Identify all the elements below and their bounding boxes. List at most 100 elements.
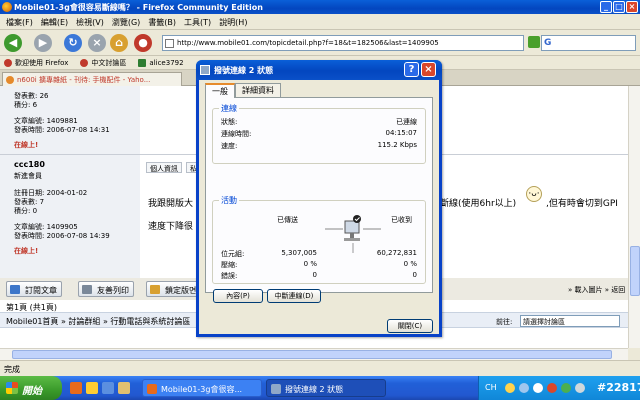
quicklaunch-firefox-icon[interactable]	[70, 382, 82, 394]
post2-time: 發表時間: 2006-07-08 14:39	[14, 232, 110, 240]
firefox-icon	[2, 2, 12, 12]
menu-go[interactable]: 瀏覽(G)	[110, 14, 146, 29]
speed-value: 115.2 Kbps	[377, 141, 417, 149]
dialog-close-text-button[interactable]: 關閉(C)	[387, 319, 433, 333]
activity-group-label: 活動	[219, 195, 239, 206]
firefox-icon	[147, 384, 157, 394]
forum-select[interactable]: 請選擇討論區	[520, 315, 620, 327]
post2-username[interactable]: ccc180	[14, 160, 45, 169]
tray-speaker-icon[interactable]	[533, 383, 543, 393]
back-icon[interactable]: ◀	[4, 34, 22, 52]
horizontal-scrollbar[interactable]	[0, 348, 628, 360]
url-text: http://www.mobile01.com/topicdetail.php?…	[177, 39, 439, 47]
subscribe-button[interactable]: 訂閱文章	[6, 281, 62, 297]
reload-icon[interactable]: ↻	[64, 34, 82, 52]
sent-label: 已傳送	[277, 216, 298, 224]
bookmark-alice[interactable]: alice3792	[138, 58, 184, 67]
forward-icon[interactable]: ▶	[34, 34, 52, 52]
subscribe-icon	[10, 285, 20, 294]
lock-button[interactable]: 鎖定版면	[146, 281, 202, 297]
adblock-icon[interactable]: ●	[134, 34, 152, 52]
close-window-button[interactable]: ×	[626, 1, 638, 13]
post2-body-line1-right: 斷線(使用6hr以上)	[440, 199, 517, 209]
menu-file[interactable]: 檔案(F)	[4, 14, 39, 29]
bytes-received: 60,272,831	[376, 249, 417, 257]
bytes-sent: 5,307,005	[281, 249, 317, 257]
vertical-scrollbar[interactable]	[628, 86, 640, 348]
scroll-thumb[interactable]	[12, 350, 612, 359]
errors-label: 錯誤:	[221, 272, 238, 280]
tray-security-icon[interactable]	[547, 383, 557, 393]
duration-value: 04:15:07	[385, 129, 417, 137]
network-activity-icon	[325, 215, 381, 253]
task-firefox[interactable]: Mobile01-3g會很容...	[142, 379, 262, 397]
activity-group: 活動 已傳送 已收到 位元組: 5,307,005 60,272,831 壓縮:…	[212, 195, 426, 284]
post2-online: 在線上!	[14, 247, 39, 255]
bytes-label: 位元組:	[221, 250, 245, 258]
duration-label: 連線時間:	[221, 130, 252, 138]
menu-help[interactable]: 說明(H)	[217, 14, 253, 29]
quicklaunch-explorer-icon[interactable]	[118, 382, 130, 394]
post2-body-line1-tail: ,但有時會切到GPI	[546, 199, 618, 209]
general-panel: 連線 狀態: 已連線 連線時間: 04:15:07 速度: 115.2 Kbps…	[205, 97, 433, 293]
google-icon: G	[544, 38, 552, 48]
breadcrumb[interactable]: Mobile01首頁 » 討論群組 » 行動電話與系統討論區	[6, 316, 190, 327]
clock: #22817	[597, 381, 640, 394]
go-button[interactable]	[528, 36, 540, 48]
search-input[interactable]: G	[541, 35, 636, 51]
minimize-button[interactable]: _	[600, 1, 612, 13]
post2-body-line1: 我跟開版大	[148, 199, 194, 209]
windows-flag-icon	[6, 382, 18, 394]
bookmark-icon	[4, 58, 12, 67]
tab-general[interactable]: 一般	[205, 83, 235, 98]
post2-rank: 新進會員	[14, 172, 42, 180]
bookmark-forum[interactable]: 中文討論區	[80, 58, 126, 68]
stop-icon[interactable]: ×	[88, 34, 106, 52]
maximize-button[interactable]: □	[613, 1, 625, 13]
network-icon	[200, 65, 210, 75]
scroll-thumb[interactable]	[630, 246, 640, 296]
compression-sent: 0 %	[303, 260, 317, 268]
status-bar: 完成	[0, 360, 640, 376]
disconnect-button[interactable]: 中斷連線(D)	[267, 289, 321, 303]
input-language[interactable]: CH	[485, 383, 497, 392]
bookmark-welcome[interactable]: 歡迎使用 Firefox	[4, 58, 68, 68]
dialup-status-dialog: 撥號連線 2 狀態 ? × 一般 詳細資料 連線 狀態: 已連線 連線時間: 0…	[196, 60, 442, 337]
print-button[interactable]: 友善列印	[78, 281, 134, 297]
help-button[interactable]: ?	[404, 62, 419, 77]
right-links[interactable]: » 載入圖片 » 返回	[568, 285, 625, 295]
tab-yahoo[interactable]: n600i 擴專雜紙 - 刊待: 手機配件 - Yaho...	[2, 72, 182, 86]
browser-title: Mobile01-3g會很容易斷線嗎？ - Firefox Community …	[14, 3, 263, 12]
home-icon[interactable]: ⌂	[110, 34, 128, 52]
menu-view[interactable]: 檢視(V)	[74, 14, 110, 29]
dialog-close-button[interactable]: ×	[421, 62, 436, 77]
menu-edit[interactable]: 編輯(E)	[39, 14, 74, 29]
bookmark-icon	[80, 58, 89, 67]
url-bar[interactable]: http://www.mobile01.com/topicdetail.php?…	[162, 35, 524, 51]
menu-tools[interactable]: 工具(T)	[182, 14, 217, 29]
tray-monitor-icon[interactable]	[575, 383, 585, 393]
taskbar: 開始 Mobile01-3g會很容... 撥號連線 2 狀態 CH #22817	[0, 376, 640, 400]
print-icon	[82, 285, 92, 294]
tray-help-icon[interactable]	[505, 383, 515, 393]
properties-button[interactable]: 內容(P)	[213, 289, 263, 303]
menu-bookmarks[interactable]: 書籤(B)	[146, 14, 182, 29]
dialog-title: 撥號連線 2 狀態	[214, 66, 274, 75]
post1-points: 積分: 6	[14, 101, 38, 109]
speed-label: 速度:	[221, 142, 238, 150]
profile-button[interactable]: 個人資訊	[146, 162, 182, 173]
tray-network-icon[interactable]	[519, 383, 529, 393]
post2-body-line2: 速度下降很	[148, 222, 194, 232]
start-button[interactable]: 開始	[0, 376, 62, 400]
quicklaunch-folder-icon[interactable]	[86, 382, 98, 394]
received-label: 已收到	[391, 216, 412, 224]
network-icon	[271, 384, 281, 394]
favicon-icon	[6, 76, 14, 84]
dialog-title-bar: 撥號連線 2 狀態 ? ×	[196, 60, 442, 80]
post1-time: 發表時間: 2006-07-08 14:31	[14, 126, 110, 134]
task-dialup-status[interactable]: 撥號連線 2 狀態	[266, 379, 386, 397]
status-label: 狀態:	[221, 118, 238, 126]
tray-app-icon[interactable]	[561, 383, 571, 393]
quicklaunch-desktop-icon[interactable]	[102, 382, 114, 394]
tab-details[interactable]: 詳細資料	[235, 83, 281, 97]
